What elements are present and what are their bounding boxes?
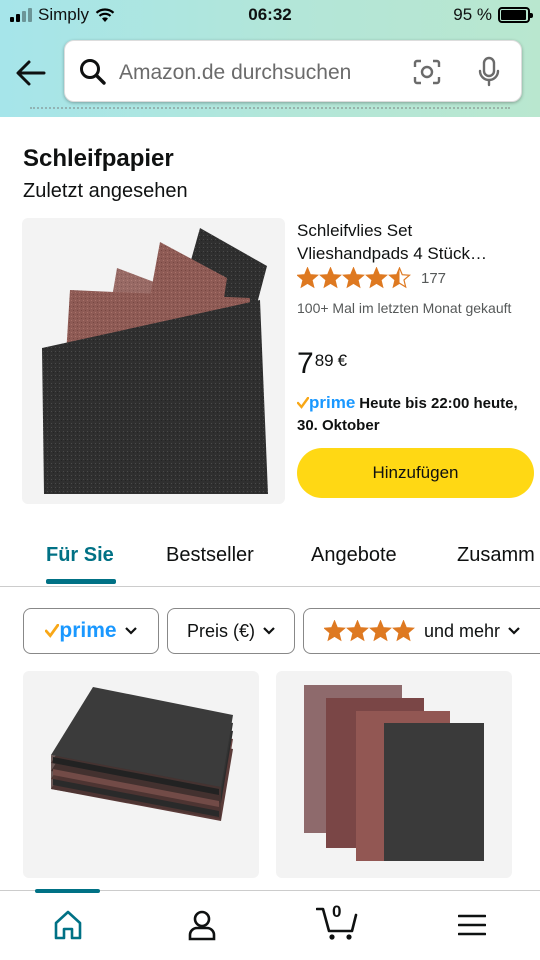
result-card-2[interactable] [276,671,512,878]
price-whole: 7 [297,347,314,380]
search-icon [80,59,106,85]
product-title[interactable]: Schleifvlies Set Vlieshandpads 4 Stück… [297,219,517,265]
rating-count: 177 [421,269,447,287]
chevron-down-icon [263,627,275,635]
section-title: Schleifpapier [23,145,174,172]
app-header: Simply 06:32 95 % Amazon.de durchsuchen [0,0,540,117]
account-icon[interactable] [187,909,217,941]
prime-badge: prime [297,392,355,414]
star-icon [323,620,346,642]
filter-price[interactable]: Preis (€) [167,608,295,654]
status-bar: Simply 06:32 95 % [0,0,540,32]
tab-zusammen[interactable]: Zusamm [457,544,535,567]
price-fraction: 89 [314,351,334,370]
product-rating[interactable]: 177 [297,267,446,289]
prime-check-icon [297,397,309,409]
filter-rating[interactable]: und mehr [303,608,540,654]
product-image [304,685,484,861]
star-icon [342,267,365,289]
four-stars-icon [323,620,415,642]
camera-scan-icon[interactable] [412,58,442,86]
add-to-cart-button[interactable]: Hinzufügen [297,448,534,498]
main-content: Schleifpapier Zuletzt angesehen Schleifv… [0,117,540,890]
prime-label: prime [309,393,356,412]
prime-filter-label: prime [45,619,117,643]
star-icon [297,267,319,289]
battery-icon [498,7,533,23]
cart-button[interactable]: 0 [315,902,358,941]
tab-bestseller[interactable]: Bestseller [166,544,254,567]
star-icon [319,267,342,289]
search-bar[interactable]: Amazon.de durchsuchen [64,40,522,102]
rating-filter-label: und mehr [423,620,501,641]
chevron-down-icon [124,627,137,635]
price-currency: € [337,351,348,370]
home-icon[interactable] [53,909,83,941]
prime-filter-text: prime [59,619,117,642]
star-icon [365,267,388,289]
bottom-navigation: 0 [0,889,540,960]
back-arrow-icon[interactable] [14,56,48,90]
star-icon [388,267,411,289]
active-nav-indicator [35,889,100,893]
section-subtitle: Zuletzt angesehen [23,180,188,202]
price-filter-label: Preis (€) [186,620,255,641]
battery-info: 95 % [453,5,533,25]
delivery-info: prime Heute bis 22:00 heute, 30. Oktober [297,392,532,437]
product-image[interactable] [22,218,285,504]
cart-count: 0 [332,902,342,921]
rating-stars-icon [297,267,411,289]
result-card-1[interactable] [23,671,259,878]
partial-delivery-strip [30,105,510,113]
star-icon [391,620,415,642]
chevron-down-icon [508,627,520,635]
star-icon [368,620,392,642]
star-icon [345,620,369,642]
search-input[interactable]: Amazon.de durchsuchen [119,61,351,85]
category-tabs: Für Sie Bestseller Angebote Zusamm [0,527,540,587]
microphone-icon[interactable] [477,56,501,88]
prime-check-icon [45,624,60,638]
product-price: 7 89 € [297,349,347,379]
bought-info: 100+ Mal im letzten Monat gekauft [297,300,512,316]
product-image [51,687,233,821]
filter-bar: prime Preis (€) und mehr [0,608,540,654]
tab-fuer-sie[interactable]: Für Sie [46,544,114,567]
battery-percent: 95 % [453,5,492,24]
filter-prime[interactable]: prime [23,608,159,654]
menu-icon[interactable] [458,913,486,937]
tab-angebote[interactable]: Angebote [311,544,397,567]
active-tab-indicator [46,579,116,584]
